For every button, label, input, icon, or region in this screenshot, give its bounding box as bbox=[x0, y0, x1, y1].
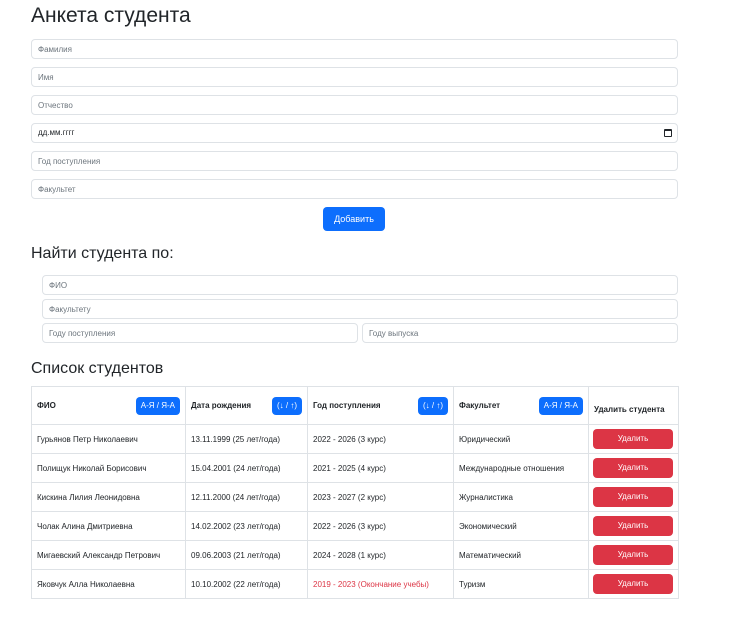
delete-student-button[interactable]: Удалить bbox=[593, 574, 673, 594]
cell-fio: Мигаевский Александр Петрович bbox=[31, 540, 186, 570]
surname-input[interactable] bbox=[31, 39, 678, 59]
search-faculty-input[interactable] bbox=[42, 299, 678, 319]
students-table: ФИО А-Я / Я-А Дата рождения (↓ / ↑) Год по… bbox=[31, 386, 679, 599]
cell-faculty: Юридический bbox=[453, 424, 589, 454]
calendar-icon[interactable] bbox=[664, 129, 672, 137]
cell-birthdate: 12.11.2000 (24 лет/года) bbox=[185, 482, 308, 512]
add-student-button[interactable]: Добавить bbox=[323, 207, 385, 231]
cell-delete: Удалить bbox=[588, 540, 679, 570]
cell-fio: Чолак Алина Дмитриевна bbox=[31, 511, 186, 541]
cell-faculty: Туризм bbox=[453, 569, 589, 599]
delete-student-button[interactable]: Удалить bbox=[593, 545, 673, 565]
delete-student-button[interactable]: Удалить bbox=[593, 516, 673, 536]
faculty-input[interactable] bbox=[31, 179, 678, 199]
sort-birthdate-button[interactable]: (↓ / ↑) bbox=[272, 396, 302, 415]
table-row: Гурьянов Петр Николаевич 13.11.1999 (25 … bbox=[31, 424, 679, 454]
cell-delete: Удалить bbox=[588, 511, 679, 541]
cell-fio: Полищук Николай Борисович bbox=[31, 453, 186, 483]
cell-faculty: Журналистика bbox=[453, 482, 589, 512]
cell-faculty: Международные отношения bbox=[453, 453, 589, 483]
delete-student-button[interactable]: Удалить bbox=[593, 487, 673, 507]
birthdate-input[interactable]: дд.мм.гггг bbox=[31, 123, 678, 143]
header-faculty-label: Факультет bbox=[459, 401, 501, 410]
sort-fio-button[interactable]: А-Я / Я-А bbox=[135, 396, 180, 415]
cell-birthdate: 09.06.2003 (21 лет/года) bbox=[185, 540, 308, 570]
cell-years: 2022 - 2026 (3 курс) bbox=[307, 511, 454, 541]
cell-years: 2023 - 2027 (2 курс) bbox=[307, 482, 454, 512]
cell-fio: Яковчук Алла Николаевна bbox=[31, 569, 186, 599]
table-header-row: ФИО А-Я / Я-А Дата рождения (↓ / ↑) Год по… bbox=[31, 386, 679, 425]
admission-year-input[interactable] bbox=[31, 151, 678, 171]
cell-years: 2021 - 2025 (4 курс) bbox=[307, 453, 454, 483]
table-row: Чолак Алина Дмитриевна 14.02.2002 (23 ле… bbox=[31, 511, 679, 541]
header-admission: Год поступления (↓ / ↑) bbox=[307, 386, 454, 425]
birthdate-value: дд.мм.гггг bbox=[38, 128, 75, 137]
search-graduation-year-input[interactable] bbox=[362, 323, 678, 343]
cell-delete: Удалить bbox=[588, 482, 679, 512]
search-fio-input[interactable] bbox=[42, 275, 678, 295]
delete-student-button[interactable]: Удалить bbox=[593, 458, 673, 478]
cell-years: 2022 - 2026 (3 курс) bbox=[307, 424, 454, 454]
cell-birthdate: 13.11.1999 (25 лет/года) bbox=[185, 424, 308, 454]
cell-fio: Гурьянов Петр Николаевич bbox=[31, 424, 186, 454]
search-title: Найти студента по: bbox=[31, 245, 174, 262]
cell-fio: Кискина Лилия Леонидовна bbox=[31, 482, 186, 512]
cell-birthdate: 15.04.2001 (24 лет/года) bbox=[185, 453, 308, 483]
sort-admission-button[interactable]: (↓ / ↑) bbox=[418, 396, 448, 415]
header-fio: ФИО А-Я / Я-А bbox=[31, 386, 186, 425]
table-row: Мигаевский Александр Петрович 09.06.2003… bbox=[31, 540, 679, 570]
page-title: Анкета студента bbox=[31, 4, 191, 27]
name-input[interactable] bbox=[31, 67, 678, 87]
cell-faculty: Экономический bbox=[453, 511, 589, 541]
header-admission-label: Год поступления bbox=[313, 401, 381, 410]
cell-birthdate: 10.10.2002 (22 лет/года) bbox=[185, 569, 308, 599]
header-birthdate: Дата рождения (↓ / ↑) bbox=[185, 386, 308, 425]
header-faculty: Факультет А-Я / Я-А bbox=[453, 386, 589, 425]
cell-years-expired: 2019 - 2023 (Окончание учебы) bbox=[307, 569, 454, 599]
cell-birthdate: 14.02.2002 (23 лет/года) bbox=[185, 511, 308, 541]
cell-years: 2024 - 2028 (1 курс) bbox=[307, 540, 454, 570]
sort-faculty-button[interactable]: А-Я / Я-А bbox=[538, 396, 583, 415]
cell-delete: Удалить bbox=[588, 569, 679, 599]
header-birthdate-label: Дата рождения bbox=[191, 401, 252, 410]
table-row: Яковчук Алла Николаевна 10.10.2002 (22 л… bbox=[31, 569, 679, 599]
header-delete: Удалить студента bbox=[588, 386, 679, 425]
table-row: Кискина Лилия Леонидовна 12.11.2000 (24 … bbox=[31, 482, 679, 512]
list-title: Список студентов bbox=[31, 360, 164, 377]
cell-delete: Удалить bbox=[588, 453, 679, 483]
patronymic-input[interactable] bbox=[31, 95, 678, 115]
delete-student-button[interactable]: Удалить bbox=[593, 429, 673, 449]
cell-delete: Удалить bbox=[588, 424, 679, 454]
header-fio-label: ФИО bbox=[37, 401, 56, 410]
table-row: Полищук Николай Борисович 15.04.2001 (24… bbox=[31, 453, 679, 483]
search-admission-year-input[interactable] bbox=[42, 323, 358, 343]
cell-faculty: Математический bbox=[453, 540, 589, 570]
